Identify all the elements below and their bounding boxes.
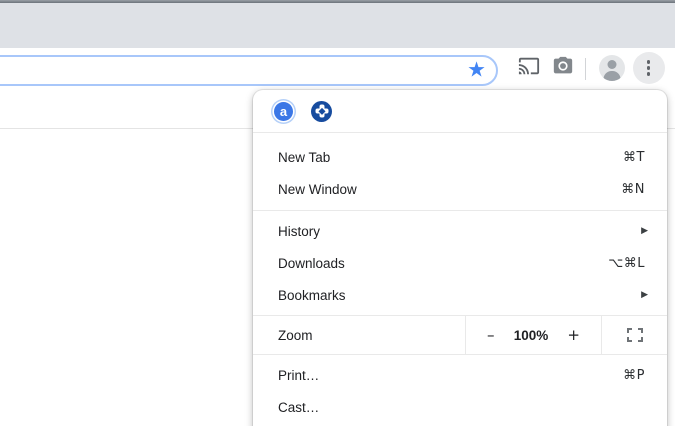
menu-item-shortcut: ⌥⌘L: [608, 255, 645, 271]
menu-item-label: Cast…: [278, 399, 320, 415]
menu-extensions-row: a: [253, 90, 667, 133]
omnibox[interactable]: ★: [0, 55, 498, 86]
menu-item-label: History: [278, 223, 321, 239]
more-menu-button[interactable]: [632, 48, 665, 88]
menu-item-cast[interactable]: Cast…: [253, 391, 667, 423]
menu-list: New Tab ⌘T New Window ⌘N History ▶ Downl…: [253, 133, 667, 423]
fullscreen-button[interactable]: [602, 316, 667, 354]
menu-item-label: New Window: [278, 181, 357, 197]
menu-item-label: New Tab: [278, 149, 331, 165]
menu-item-bookmarks[interactable]: Bookmarks ▶: [253, 279, 667, 311]
screenshot-button[interactable]: [548, 48, 578, 88]
menu-item-history[interactable]: History ▶: [253, 215, 667, 247]
cast-icon: [518, 55, 540, 82]
cast-button[interactable]: [514, 48, 544, 88]
zoom-row: Zoom – 100% +: [253, 316, 667, 355]
chrome-menu-popup: a New Tab ⌘T New Window ⌘N History ▶ Dow…: [253, 90, 667, 426]
tab-strip[interactable]: [0, 3, 675, 48]
menu-item-label: Print…: [278, 367, 320, 383]
menu-bottom-section: Print… ⌘P Cast…: [253, 355, 667, 423]
fullscreen-icon: [626, 328, 643, 342]
menu-divider: [253, 210, 667, 211]
submenu-arrow-icon: ▶: [641, 226, 648, 236]
zoom-label: Zoom: [253, 316, 466, 354]
omnibox-input[interactable]: [8, 58, 496, 83]
menu-item-shortcut: ⌘N: [621, 181, 645, 197]
zoom-out-button[interactable]: –: [487, 327, 495, 343]
submenu-arrow-icon: ▶: [641, 290, 648, 300]
menu-item-label: Downloads: [278, 255, 345, 271]
zoom-in-button[interactable]: +: [567, 327, 580, 343]
menu-item-new-window[interactable]: New Window ⌘N: [253, 173, 667, 205]
zoom-controls: – 100% +: [466, 316, 602, 354]
toolbar-separator: [585, 58, 586, 80]
zoom-value: 100%: [513, 327, 549, 343]
bookmark-star-icon[interactable]: ★: [467, 59, 486, 80]
avatar: [599, 55, 625, 81]
menu-item-new-tab[interactable]: New Tab ⌘T: [253, 141, 667, 173]
menu-item-print[interactable]: Print… ⌘P: [253, 359, 667, 391]
menu-item-shortcut: ⌘T: [623, 149, 645, 165]
camera-icon: [552, 55, 574, 82]
extension-a-icon[interactable]: a: [274, 101, 293, 121]
extension-cross-icon[interactable]: [311, 100, 332, 122]
menu-item-shortcut: ⌘P: [623, 367, 645, 383]
profile-button[interactable]: [598, 48, 626, 88]
more-vertical-icon: [632, 52, 665, 84]
browser-window: ★ a New Tab ⌘T New Window ⌘N History ▶ D…: [0, 0, 675, 426]
menu-item-downloads[interactable]: Downloads ⌥⌘L: [253, 247, 667, 279]
menu-item-label: Bookmarks: [278, 287, 346, 303]
